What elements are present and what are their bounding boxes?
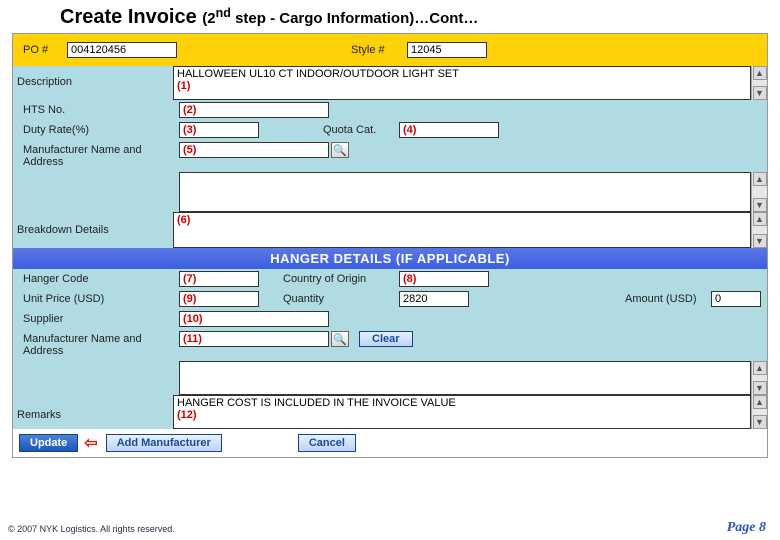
remarks-textarea[interactable]: HANGER COST IS INCLUDED IN THE INVOICE V…: [173, 395, 751, 429]
page-title: Create Invoice (2nd step - Cargo Informa…: [0, 0, 780, 33]
scroll-down-icon[interactable]: ▼: [753, 86, 767, 100]
style-label: Style #: [347, 42, 407, 58]
quantity-input[interactable]: [399, 291, 469, 307]
update-button[interactable]: Update: [19, 434, 78, 452]
amount-input[interactable]: [711, 291, 761, 307]
hanger-code-input[interactable]: (7): [179, 271, 259, 287]
manufacturer-address-textarea[interactable]: [179, 172, 751, 212]
scroll-up-icon[interactable]: ▲: [753, 172, 767, 186]
scroll-up-icon[interactable]: ▲: [753, 212, 767, 226]
duty-rate-label: Duty Rate(%): [19, 122, 179, 138]
remarks-value: HANGER COST IS INCLUDED IN THE INVOICE V…: [177, 397, 456, 409]
scroll-up-icon[interactable]: ▲: [753, 66, 767, 80]
add-manufacturer-button[interactable]: Add Manufacturer: [106, 434, 222, 452]
scroll-up-icon[interactable]: ▲: [753, 395, 767, 409]
quota-cat-label: Quota Cat.: [319, 122, 399, 138]
scroll-down-icon[interactable]: ▼: [753, 415, 767, 429]
hanger-manufacturer-lookup-icon[interactable]: 🔍: [331, 331, 349, 347]
hanger-section-header: HANGER DETAILS (IF APPLICABLE): [13, 248, 767, 269]
footer-copyright: © 2007 NYK Logistics. All rights reserve…: [8, 524, 175, 534]
scroll-down-icon[interactable]: ▼: [753, 234, 767, 248]
hts-label: HTS No.: [19, 102, 179, 118]
po-input[interactable]: [67, 42, 177, 58]
breakdown-scrollbar[interactable]: ▲ ▼: [751, 212, 767, 248]
unit-price-input[interactable]: (9): [179, 291, 259, 307]
po-label: PO #: [19, 42, 67, 58]
cancel-button[interactable]: Cancel: [298, 434, 356, 452]
hts-input[interactable]: (2): [179, 102, 329, 118]
remarks-mark: (12): [177, 409, 197, 421]
description-label: Description: [13, 66, 173, 90]
country-origin-label: Country of Origin: [279, 271, 399, 287]
amount-label: Amount (USD): [621, 291, 711, 307]
po-header-row: PO # Style #: [13, 34, 767, 66]
hanger-manufacturer-label: Manufacturer Name and Address: [19, 331, 179, 359]
hanger-manufacturer-input[interactable]: (11): [179, 331, 329, 347]
manufacturer-scrollbar[interactable]: ▲ ▼: [751, 172, 767, 212]
scroll-down-icon[interactable]: ▼: [753, 381, 767, 395]
description-mark: (1): [177, 80, 190, 92]
title-main: Create Invoice: [60, 6, 202, 28]
unit-price-label: Unit Price (USD): [19, 291, 179, 307]
page-number: Page 8: [727, 520, 766, 536]
hanger-code-label: Hanger Code: [19, 271, 179, 287]
manufacturer-input[interactable]: (5): [179, 142, 329, 158]
supplier-label: Supplier: [19, 311, 179, 327]
title-sub: (2nd step - Cargo Information)…Cont…: [202, 10, 478, 27]
country-origin-input[interactable]: (8): [399, 271, 489, 287]
remarks-label: Remarks: [13, 395, 173, 429]
manufacturer-lookup-icon[interactable]: 🔍: [331, 142, 349, 158]
invoice-form: PO # Style # Description HALLOWEEN UL10 …: [12, 33, 768, 458]
clear-button[interactable]: Clear: [359, 331, 413, 347]
description-textarea[interactable]: HALLOWEEN UL10 CT INDOOR/OUTDOOR LIGHT S…: [173, 66, 751, 100]
description-value: HALLOWEEN UL10 CT INDOOR/OUTDOOR LIGHT S…: [177, 68, 459, 80]
hanger-manufacturer-scrollbar[interactable]: ▲ ▼: [751, 361, 767, 395]
breakdown-label: Breakdown Details: [13, 212, 173, 248]
duty-rate-input[interactable]: (3): [179, 122, 259, 138]
description-scrollbar[interactable]: ▲ ▼: [751, 66, 767, 100]
supplier-input[interactable]: (10): [179, 311, 329, 327]
breakdown-textarea[interactable]: (6): [173, 212, 751, 248]
scroll-down-icon[interactable]: ▼: [753, 198, 767, 212]
quota-cat-input[interactable]: (4): [399, 122, 499, 138]
quantity-label: Quantity: [279, 291, 399, 307]
arrow-left-icon: ⇦: [84, 433, 97, 453]
remarks-scrollbar[interactable]: ▲ ▼: [751, 395, 767, 429]
manufacturer-label: Manufacturer Name and Address: [19, 142, 179, 170]
hanger-manufacturer-address-textarea[interactable]: [179, 361, 751, 395]
style-input[interactable]: [407, 42, 487, 58]
scroll-up-icon[interactable]: ▲: [753, 361, 767, 375]
